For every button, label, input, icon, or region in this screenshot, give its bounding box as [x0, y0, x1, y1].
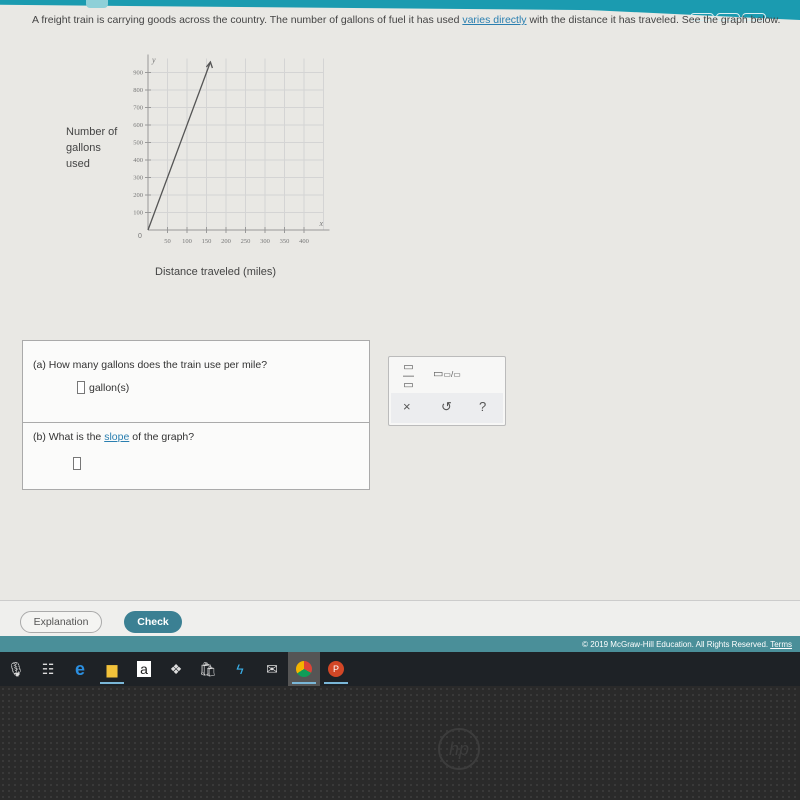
varies-directly-link[interactable]: varies directly: [462, 14, 526, 26]
answer-a-input[interactable]: [77, 381, 85, 394]
hp-logo: hp: [438, 728, 480, 770]
y-tick-label: 200: [133, 192, 143, 199]
y-tick-label: 600: [133, 122, 143, 129]
x-tick-label: 150: [202, 238, 212, 245]
question-a-label: (a) How many gallons does the train use …: [33, 359, 268, 371]
origin-label: 0: [138, 233, 142, 240]
mail-icon[interactable]: ✉: [256, 652, 288, 686]
unit-label: gallon(s): [89, 381, 130, 394]
x-tick-label: 100: [182, 238, 192, 245]
y-tick-label: 800: [133, 87, 143, 94]
problem-statement: A freight train is carrying goods across…: [32, 14, 781, 26]
terms-link[interactable]: Terms: [770, 640, 792, 649]
copyright: © 2019 McGraw-Hill Education. All Rights…: [582, 640, 769, 649]
taskbar: 🎙 ☷ e ▆ a ❖ 🛍 ϟ ✉ P: [0, 652, 800, 686]
edge-icon[interactable]: e: [64, 652, 96, 686]
mixed-number-icon[interactable]: ▭▭/▭: [433, 367, 461, 380]
fraction-icon[interactable]: ▭ — ▭: [403, 362, 414, 391]
x-axis-letter: x: [319, 219, 324, 228]
task-view-icon[interactable]: ☷: [32, 652, 64, 686]
question-b-label: (b) What is the slope of the graph?: [33, 431, 195, 443]
app-bolt-icon[interactable]: ϟ: [224, 652, 256, 686]
x-tick-label: 250: [241, 238, 251, 245]
y-tick-label: 700: [133, 105, 143, 112]
y-tick-label: 900: [133, 70, 143, 77]
answer-b-input[interactable]: [73, 457, 81, 470]
amazon-icon[interactable]: a: [128, 652, 160, 686]
question-a: (a) How many gallons does the train use …: [23, 341, 369, 423]
chrome-icon[interactable]: [288, 652, 320, 686]
monitor-bezel: [0, 686, 800, 800]
x-tick-label: 400: [299, 238, 309, 245]
y-axis-letter: y: [151, 56, 156, 65]
file-explorer-icon[interactable]: ▆: [96, 652, 128, 686]
y-tick-label: 500: [133, 140, 143, 147]
y-tick-label: 300: [133, 175, 143, 182]
undo-icon[interactable]: ↺: [441, 399, 452, 415]
microphone-icon[interactable]: 🎙: [0, 652, 32, 686]
powerpoint-icon[interactable]: P: [320, 652, 352, 686]
x-tick-label: 300: [260, 238, 270, 245]
data-line: [147, 61, 212, 231]
question-b: (b) What is the slope of the graph?: [23, 423, 369, 478]
check-button[interactable]: Check: [124, 611, 182, 633]
dropbox-icon[interactable]: ❖: [160, 652, 192, 686]
store-icon[interactable]: 🛍: [192, 652, 224, 686]
y-tick-label: 400: [133, 157, 143, 164]
graph: 50 100 150 200 250 300 350 400 100 200 300 400 500 60…: [133, 54, 330, 245]
x-tick-label: 350: [280, 238, 290, 245]
clear-icon[interactable]: ×: [403, 399, 411, 414]
footer: © 2019 McGraw-Hill Education. All Rights…: [0, 636, 800, 652]
math-toolbox: ▭ — ▭ ▭▭/▭ × ↺ ?: [388, 356, 506, 426]
x-tick-label: 50: [164, 238, 171, 245]
collapse-tab[interactable]: [86, 0, 108, 8]
help-icon[interactable]: ?: [479, 399, 486, 414]
explanation-button[interactable]: Explanation: [20, 611, 102, 633]
question-panel: (a) How many gallons does the train use …: [22, 340, 370, 490]
action-bar: Explanation Check: [0, 600, 800, 636]
x-axis-label: Distance traveled (miles): [155, 266, 277, 278]
x-tick-label: 200: [221, 238, 231, 245]
y-tick-label: 100: [133, 210, 143, 217]
slope-link[interactable]: slope: [104, 431, 129, 443]
